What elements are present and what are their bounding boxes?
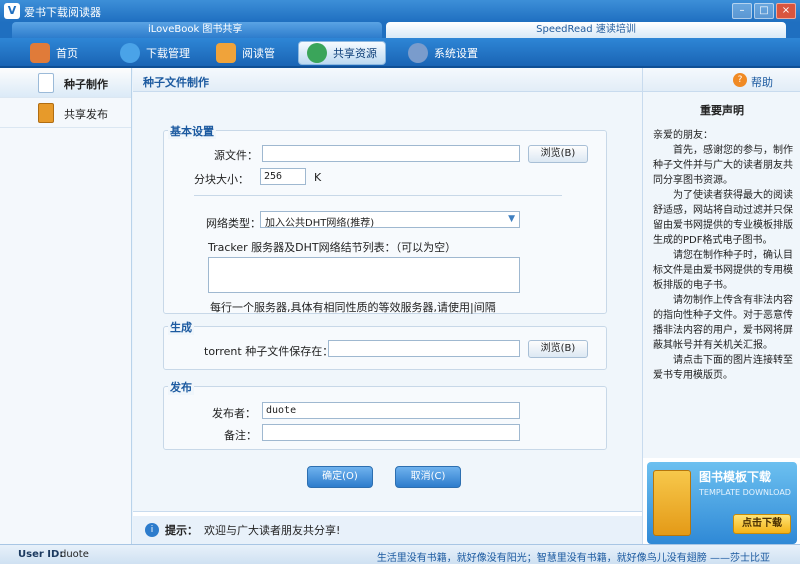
nav-label: 阅读管 [242,47,275,60]
user-id-label: User ID: [18,549,64,560]
ok-button[interactable]: 确定(O) [307,466,373,488]
sidebar-item-label: 共享发布 [64,108,108,121]
remark-input[interactable] [262,424,520,441]
nav-item-settings[interactable]: 系统设置 [400,41,486,65]
title-bar: V 爱书下载阅读器 – □ × [0,0,800,22]
nav-item-share[interactable]: 共享资源 [298,41,386,65]
tracker-hint: 每行一个服务器,具体有相同性质的等效服务器,请使用|间隔 [210,301,496,314]
book-icon [38,103,54,123]
block-size-unit: K [314,171,322,184]
page-title: 种子文件制作 [133,68,642,92]
banner-tab-ilovebook[interactable]: iLoveBook 图书共享 [12,22,382,38]
tip-label: 提示： [165,524,198,537]
tracker-list-textarea[interactable] [208,257,520,293]
source-file-label: 源文件： [214,149,258,162]
notice-paragraph: 请勿制作上传含有非法内容的指向性种子文件。对于恶意传播非法内容的用户，爱书网将屏… [653,295,793,351]
download-template-button[interactable]: 点击下载 [733,514,791,534]
nav-item-download[interactable]: 下载管理 [112,41,198,65]
help-icon[interactable]: ? [733,73,747,87]
nav-item-home[interactable]: 首页 [22,41,86,65]
notice-text: 亲爱的朋友： 首先，感谢您的参与，制作种子文件并与广大的读者朋友共同分享图书资源… [653,128,793,383]
basic-divider [194,195,562,196]
block-size-input[interactable]: 256 [260,168,306,185]
sidebar-item-seed-make[interactable]: 种子制作 [0,68,131,98]
publisher-input[interactable]: duote [262,402,520,419]
nav-label: 共享资源 [333,47,377,60]
window-controls: – □ × [732,3,796,19]
publisher-label: 发布者： [212,407,256,420]
notice-paragraph: 为了使读者获得最大的阅读舒适感，网站将自动过滤并只保留由爱书网提供的专业模板排版… [653,190,793,246]
form-area: 基本设置 源文件： 浏览(B) 分块大小： 256 K 网络类型： 加入公共DH… [133,92,642,512]
user-id-value: duote [60,549,89,560]
help-panel: ? 帮助 重要声明 亲爱的朋友： 首先，感谢您的参与，制作种子文件并与广大的读者… [642,68,800,544]
maximize-button[interactable]: □ [754,3,774,19]
seed-file-icon [38,73,54,93]
settings-icon [408,43,428,63]
notice-paragraph: 亲爱的朋友： [653,130,713,141]
template-download-banner[interactable]: 图书模板下载 TEMPLATE DOWNLOAD 点击下载 [647,462,797,544]
sidebar-item-label: 种子制作 [64,78,108,91]
nav-label: 系统设置 [434,47,478,60]
block-size-label: 分块大小： [194,173,249,186]
generate-group: 生成 torrent 种子文件保存在： 浏览(B) [163,319,607,370]
book-icon [653,470,691,536]
main-nav: 首页 下载管理 阅读管 共享资源 系统设置 [0,38,800,68]
download-globe-icon [120,43,140,63]
home-icon [30,43,50,63]
basic-settings-group: 基本设置 源文件： 浏览(B) 分块大小： 256 K 网络类型： 加入公共DH… [163,123,607,314]
sidebar: 种子制作 共享发布 [0,68,132,544]
close-button[interactable]: × [776,3,796,19]
promo-title: 图书模板下载 [699,470,772,484]
notice-paragraph: 首先，感谢您的参与，制作种子文件并与广大的读者朋友共同分享图书资源。 [653,145,793,186]
source-file-input[interactable] [262,145,520,162]
network-type-select[interactable]: 加入公共DHT网络(推荐) ▼ [260,211,520,229]
main-panel: 种子文件制作 基本设置 源文件： 浏览(B) 分块大小： 256 K 网络类型：… [133,68,642,544]
status-quote: 生活里没有书籍，就好像没有阳光；智慧里没有书籍，就好像鸟儿没有翅膀 ——莎士比亚 [376,553,770,564]
generate-legend: 生成 [168,319,194,335]
window-title: 爱书下载阅读器 [24,6,101,19]
nav-item-reader[interactable]: 阅读管 [208,41,283,65]
remark-label: 备注： [224,429,257,442]
notice-box: 重要声明 亲爱的朋友： 首先，感谢您的参与，制作种子文件并与广大的读者朋友共同分… [643,92,800,458]
torrent-save-label: torrent 种子文件保存在： [204,345,334,358]
share-globe-icon [307,43,327,63]
cancel-button[interactable]: 取消(C) [395,466,461,488]
help-row: ? 帮助 [643,68,800,92]
tip-text: 欢迎与广大读者朋友共分享! [204,524,341,537]
nav-label: 首页 [56,47,78,60]
app-logo-icon: V [4,3,20,19]
chevron-down-icon: ▼ [508,214,515,224]
tip-bar: i 提示： 欢迎与广大读者朋友共分享! [133,516,642,544]
publish-legend: 发布 [168,379,194,395]
browse-source-button[interactable]: 浏览(B) [528,145,588,163]
notice-paragraph: 请您在制作种子时，确认目标文件是由爱书网提供的专用模板排版的电子书。 [653,250,793,291]
browse-save-button[interactable]: 浏览(B) [528,340,588,358]
torrent-save-input[interactable] [328,340,520,357]
status-bar: User ID: duote 生活里没有书籍，就好像没有阳光；智慧里没有书籍，就… [0,544,800,564]
reader-icon [216,43,236,63]
network-type-label: 网络类型： [206,217,261,230]
nav-label: 下载管理 [146,47,190,60]
tracker-label: Tracker 服务器及DHT网络结节列表：（可以为空） [208,241,457,254]
basic-settings-legend: 基本设置 [168,123,216,139]
help-link[interactable]: 帮助 [751,74,773,90]
banner-tab-speedread[interactable]: SpeedRead 速读培训 [386,22,786,38]
publish-group: 发布 发布者： duote 备注： [163,379,607,450]
promo-subtitle: TEMPLATE DOWNLOAD [699,488,791,497]
notice-title: 重要声明 [700,104,744,117]
network-type-value: 加入公共DHT网络(推荐) [265,218,375,229]
notice-paragraph: 请点击下面的图片连接转至爱书专用模版页。 [653,355,793,381]
sidebar-item-share-publish[interactable]: 共享发布 [0,98,131,128]
minimize-button[interactable]: – [732,3,752,19]
info-icon: i [145,523,159,537]
